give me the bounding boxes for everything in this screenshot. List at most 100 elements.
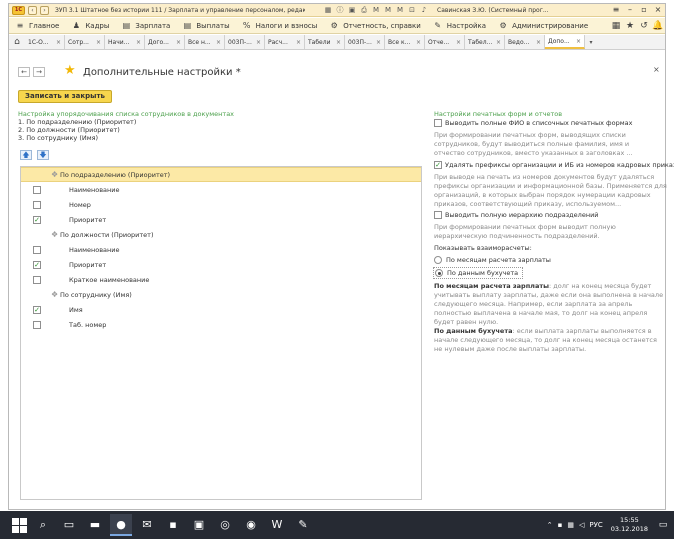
network-icon[interactable]: ▦ — [567, 521, 574, 529]
tab-1[interactable]: 1С-О... × — [25, 35, 65, 49]
tab-close-icon[interactable]: × — [496, 39, 501, 46]
windows-start-icon[interactable] — [10, 516, 28, 534]
tab-5[interactable]: Все н... × — [185, 35, 225, 49]
back-icon[interactable]: ‹ — [28, 5, 37, 15]
tab-8[interactable]: Табели × — [305, 35, 345, 49]
forward-arrow-icon[interactable]: → — [33, 67, 45, 77]
tree-item-checkbox[interactable] — [33, 320, 41, 329]
tree-item-checkbox[interactable] — [33, 200, 41, 209]
forward-icon[interactable]: › — [40, 5, 49, 15]
tab-close-icon[interactable]: × — [536, 39, 541, 46]
tab-close-icon[interactable]: × — [176, 39, 181, 46]
tab-close-icon[interactable]: × — [576, 38, 581, 45]
action-center-icon[interactable]: ▭ — [656, 517, 670, 533]
tree-item-checkbox-checked[interactable]: ✓ — [33, 305, 41, 314]
maximize-icon[interactable]: ▫ — [637, 4, 651, 16]
tab-4[interactable]: Дого... × — [145, 35, 185, 49]
menu-item-main[interactable]: ≡ Главное — [15, 21, 60, 30]
print-icon[interactable]: ⎙ — [359, 5, 369, 15]
favorites-star-icon[interactable]: ★ — [623, 21, 637, 31]
tree-item-row[interactable]: Наименование — [21, 182, 421, 197]
m-minus-icon[interactable]: M — [395, 5, 405, 15]
tray-app-icon[interactable]: ▪ — [558, 521, 563, 529]
form-close-icon[interactable]: × — [653, 65, 660, 74]
tab-close-icon[interactable]: × — [136, 39, 141, 46]
skype-icon[interactable]: ◎ — [214, 514, 236, 536]
radio-by-accounting[interactable] — [435, 269, 443, 277]
tab-close-icon[interactable]: × — [96, 39, 101, 46]
tree-item-row[interactable]: Таб. номер — [21, 317, 421, 332]
full-fio-checkbox[interactable] — [434, 119, 442, 127]
word-icon[interactable]: W — [266, 514, 288, 536]
user-name[interactable]: Савинская З.Ю. (Системный прог... — [437, 7, 553, 14]
radio-by-payroll-months-label[interactable]: По месяцам расчета зарплаты — [446, 256, 551, 264]
terminal-icon[interactable]: ▪ — [162, 514, 184, 536]
tab-14-active[interactable]: Допо... × — [545, 35, 585, 49]
tab-13[interactable]: Ведо... × — [505, 35, 545, 49]
clock[interactable]: 15:55 03.12.2018 — [611, 516, 648, 534]
open-icon[interactable]: ⊡ — [407, 5, 417, 15]
move-down-button[interactable]: 🡇 — [37, 150, 49, 160]
close-icon[interactable]: × — [651, 4, 665, 16]
tab-12[interactable]: Табел... × — [465, 35, 505, 49]
bell-icon[interactable]: ♪ — [419, 5, 429, 15]
language-indicator[interactable]: РУС — [589, 521, 602, 529]
1c-app-icon[interactable]: ● — [110, 514, 132, 536]
full-hierarchy-checkbox[interactable] — [434, 211, 442, 219]
remote-desktop-icon[interactable]: ▣ — [188, 514, 210, 536]
notifications-bell-icon[interactable]: 🔔 — [651, 21, 665, 31]
favorite-star-icon[interactable]: ★ — [64, 63, 76, 78]
tree-item-checkbox-checked[interactable]: ✓ — [33, 215, 41, 224]
remove-prefix-checkbox-checked[interactable]: ✓ — [434, 161, 442, 169]
tree-item-checkbox[interactable] — [33, 185, 41, 194]
tree-group-row[interactable]: ❖ По должности (Приоритет) — [21, 227, 421, 242]
m-icon[interactable]: M — [371, 5, 381, 15]
search-icon[interactable]: ⌕ — [32, 514, 54, 536]
tree-item-row[interactable]: ✓ Имя — [21, 302, 421, 317]
tray-arrow-icon[interactable]: ⌃ — [547, 521, 553, 529]
tree-item-row[interactable]: Краткое наименование — [21, 272, 421, 287]
save-icon[interactable]: ▣ — [347, 5, 357, 15]
menu-item-admin[interactable]: ⚙ Администрирование — [498, 21, 588, 30]
tree-item-checkbox[interactable] — [33, 245, 41, 254]
tab-close-icon[interactable]: × — [56, 39, 61, 46]
move-up-button[interactable]: 🡅 — [20, 150, 32, 160]
tree-item-row[interactable]: Номер — [21, 197, 421, 212]
tab-10[interactable]: Все к... × — [385, 35, 425, 49]
tab-9[interactable]: 003П-... × — [345, 35, 385, 49]
tab-2[interactable]: Сотр... × — [65, 35, 105, 49]
m-plus-icon[interactable]: M — [383, 5, 393, 15]
radio-by-payroll-months[interactable] — [434, 256, 442, 264]
writer-icon[interactable]: ✎ — [292, 514, 314, 536]
grid-icon[interactable]: ▦ — [323, 5, 333, 15]
menu-item-hr[interactable]: ♟ Кадры — [71, 21, 110, 30]
menu-item-payments[interactable]: ▤ Выплаты — [182, 21, 230, 30]
volume-icon[interactable]: ◁ — [579, 521, 584, 529]
minimize-icon[interactable]: – — [623, 4, 637, 16]
tabs-more-icon[interactable]: ▾ — [585, 39, 597, 46]
save-and-close-button[interactable]: Записать и закрыть — [18, 90, 112, 103]
tab-close-icon[interactable]: × — [296, 39, 301, 46]
radio-by-accounting-label[interactable]: По данным бухучета — [447, 269, 518, 277]
full-hierarchy-label[interactable]: Выводить полную иерархию подразделений — [445, 211, 599, 219]
history-icon[interactable]: ↺ — [637, 21, 651, 31]
tree-item-row[interactable]: ✓ Приоритет — [21, 212, 421, 227]
tab-11[interactable]: Отче... × — [425, 35, 465, 49]
tab-close-icon[interactable]: × — [256, 39, 261, 46]
tab-7[interactable]: Расч... × — [265, 35, 305, 49]
tree-group-row[interactable]: ❖ По сотруднику (Имя) — [21, 287, 421, 302]
info-icon[interactable]: ⓘ — [335, 5, 345, 15]
tab-close-icon[interactable]: × — [376, 39, 381, 46]
menu-item-settings[interactable]: ✎ Настройка — [433, 21, 486, 30]
back-arrow-icon[interactable]: ← — [18, 67, 30, 77]
tree-item-checkbox[interactable] — [33, 275, 41, 284]
tab-close-icon[interactable]: × — [216, 39, 221, 46]
file-explorer-icon[interactable]: ▬ — [84, 514, 106, 536]
menu-icon[interactable]: ≡ — [609, 4, 623, 16]
tab-close-icon[interactable]: × — [416, 39, 421, 46]
tab-close-icon[interactable]: × — [456, 39, 461, 46]
tab-close-icon[interactable]: × — [336, 39, 341, 46]
full-fio-label[interactable]: Выводить полные ФИО в списочных печатных… — [445, 119, 632, 127]
tree-item-checkbox-checked[interactable]: ✓ — [33, 260, 41, 269]
tree-item-row[interactable]: Наименование — [21, 242, 421, 257]
